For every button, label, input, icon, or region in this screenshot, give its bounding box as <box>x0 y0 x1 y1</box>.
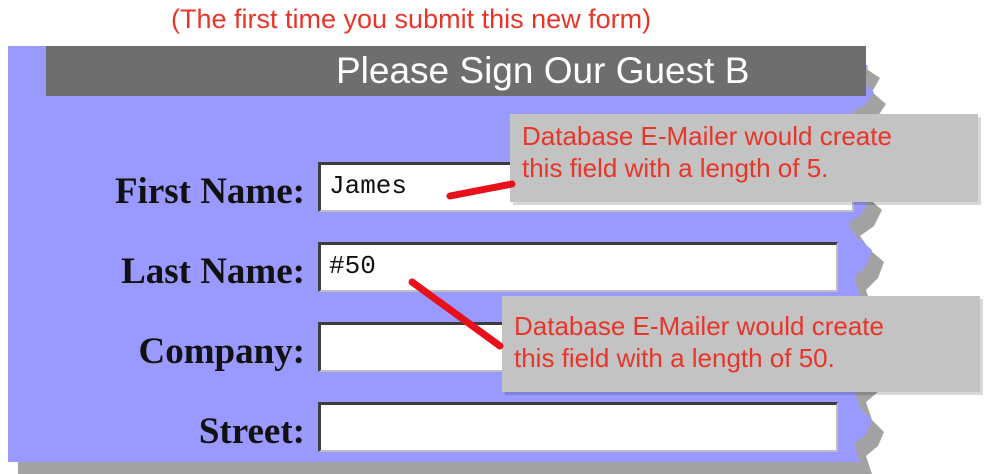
guestbook-screenshot: (The first time you submit this new form… <box>0 0 989 474</box>
pointer-line-first-name <box>446 180 516 200</box>
callout-pointers <box>408 180 516 350</box>
pointer-line-last-name <box>408 278 504 350</box>
